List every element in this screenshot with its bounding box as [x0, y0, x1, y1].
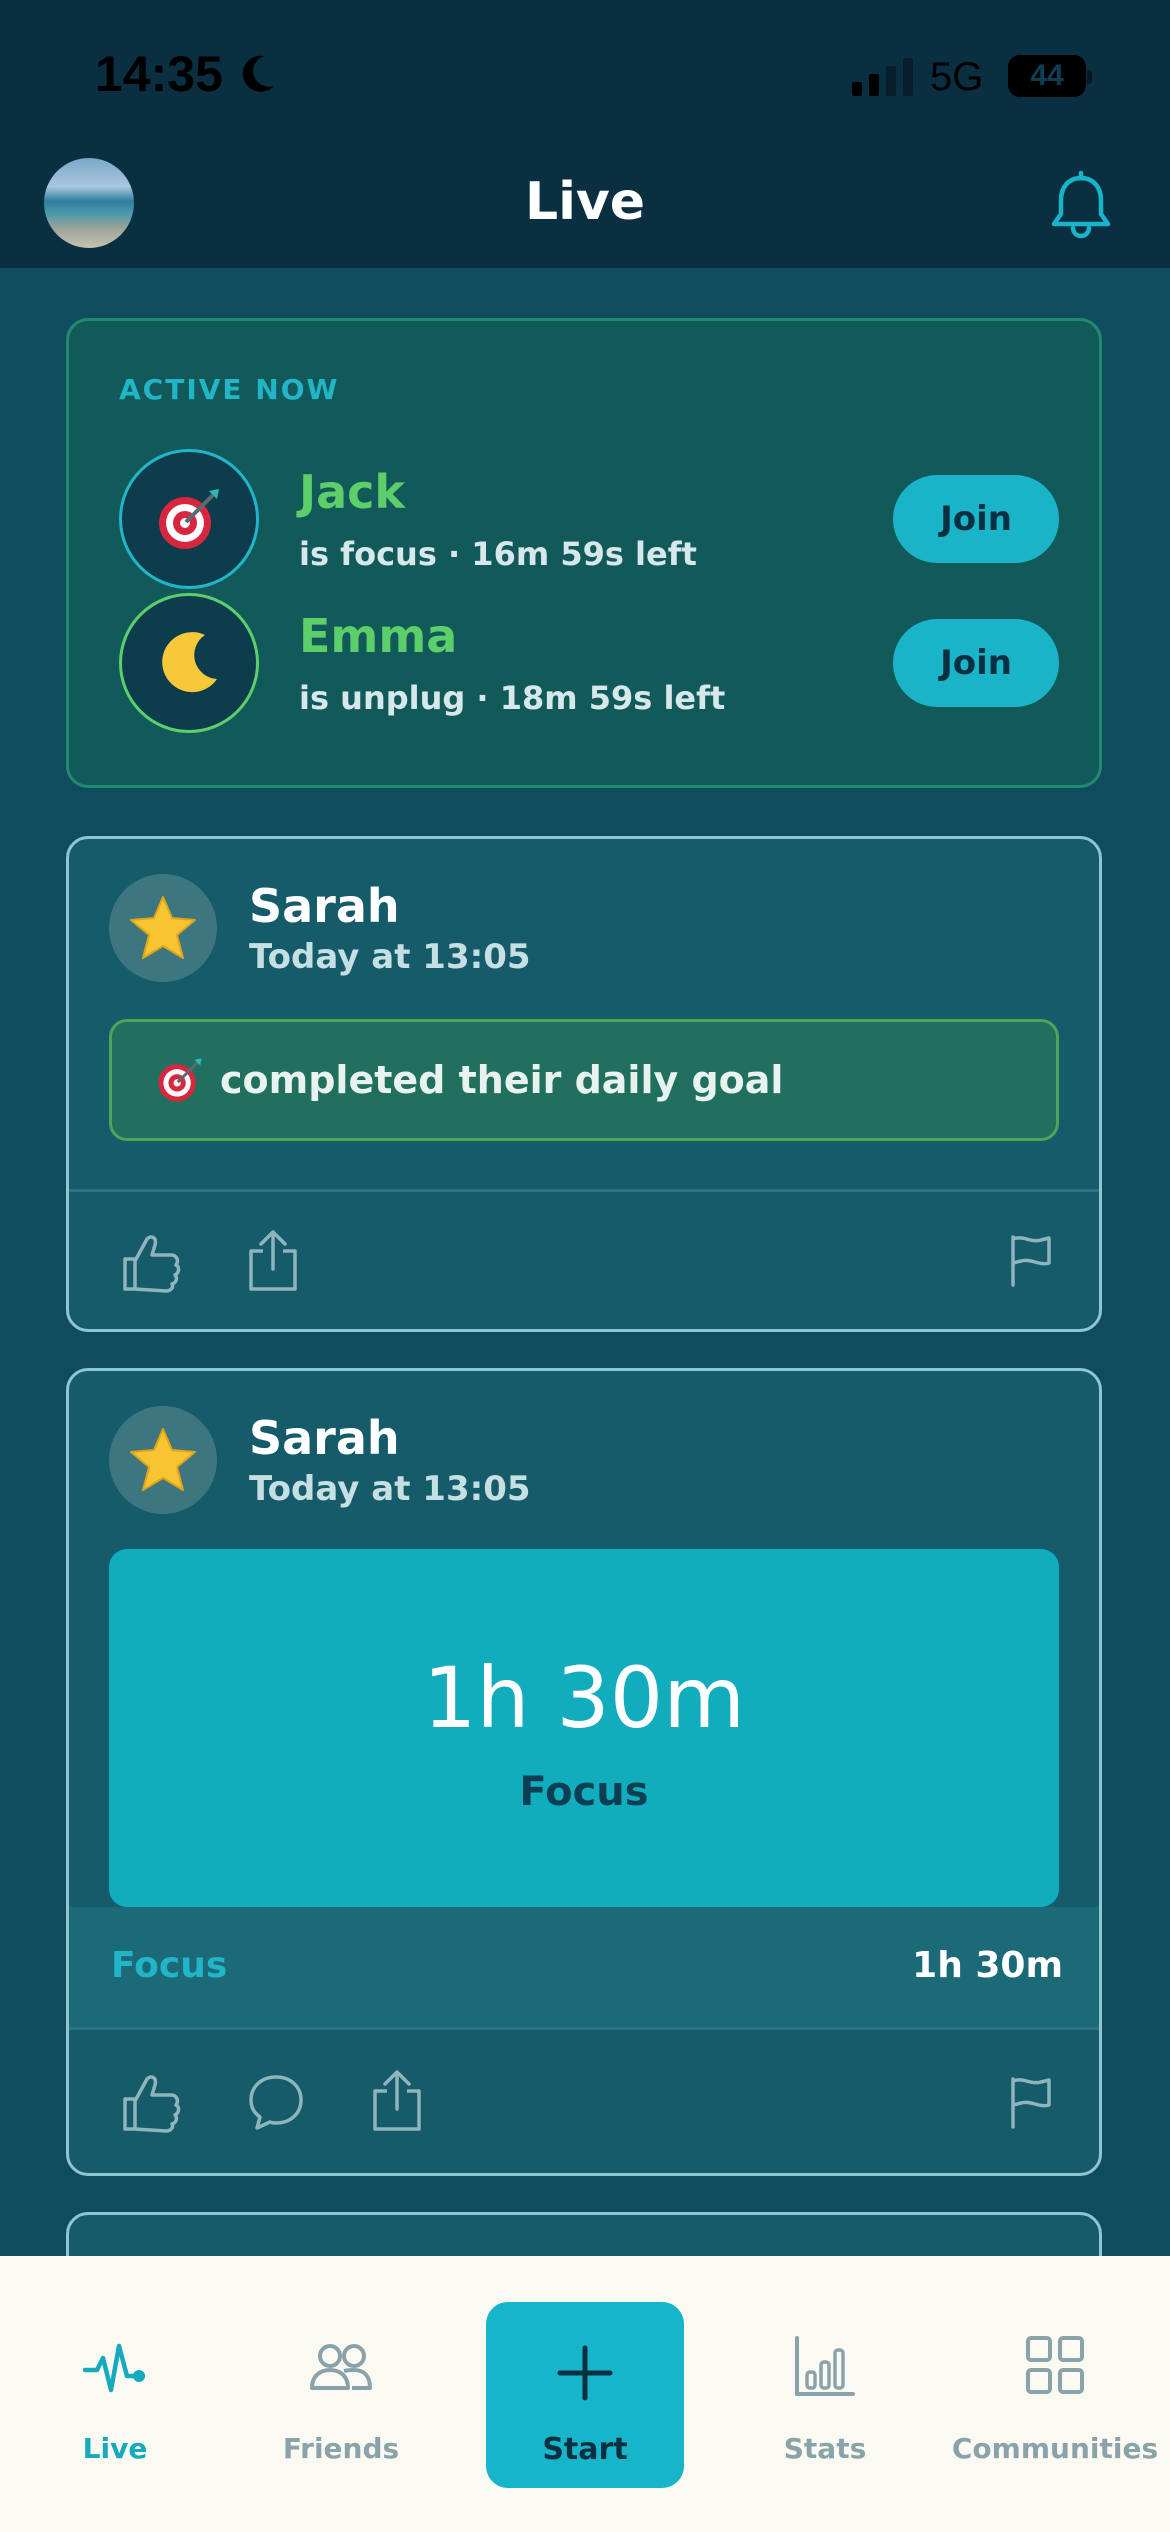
- status-time: 14:35: [95, 46, 223, 102]
- session-duration: 1h 30m: [422, 1649, 746, 1747]
- person-name: Jack: [299, 465, 406, 519]
- star-icon: [130, 1428, 196, 1491]
- person-avatar: [119, 593, 259, 733]
- battery-indicator: 44: [1008, 55, 1092, 97]
- plus-icon: [557, 2345, 613, 2401]
- tab-label: Stats: [783, 2432, 867, 2465]
- join-button[interactable]: Join: [893, 475, 1059, 563]
- app-header: Live: [0, 150, 1170, 268]
- session-type: Focus: [519, 1769, 649, 1815]
- person-avatar: [119, 449, 259, 589]
- person-status: is focus · 16m 59s left: [299, 535, 697, 573]
- tab-label: Communities: [951, 2432, 1159, 2465]
- goal-completed-banner: completed their daily goal: [109, 1019, 1059, 1141]
- network-type: 5G: [930, 55, 984, 99]
- active-now-label: ACTIVE NOW: [119, 373, 340, 406]
- active-person-emma: Emma is unplug · 18m 59s left Join: [119, 593, 1059, 738]
- tab-start[interactable]: Start: [486, 2302, 684, 2488]
- cellular-signal-icon: [852, 58, 913, 96]
- tab-communities[interactable]: Communities: [940, 2256, 1170, 2532]
- active-person-jack: Jack is focus · 16m 59s left Join: [119, 449, 1059, 594]
- feed-post-session: Sarah Today at 13:05 1h 30m Focus Focus …: [66, 1368, 1102, 2176]
- person-status: is unplug · 18m 59s left: [299, 679, 726, 717]
- join-button[interactable]: Join: [893, 619, 1059, 707]
- grid-icon: [1026, 2336, 1084, 2394]
- post-avatar: [109, 874, 217, 982]
- friends-icon: [310, 2344, 372, 2390]
- flag-icon[interactable]: [1007, 1233, 1055, 1287]
- person-name: Emma: [299, 609, 458, 663]
- share-icon[interactable]: [369, 2067, 425, 2133]
- session-breakdown-row: Focus 1h 30m: [69, 1907, 1099, 2027]
- share-icon[interactable]: [245, 1227, 301, 1293]
- breakdown-label: Focus: [111, 1945, 228, 1986]
- post-timestamp: Today at 13:05: [249, 937, 531, 977]
- dart-target-icon: [158, 1058, 202, 1102]
- comment-icon[interactable]: [245, 2071, 307, 2133]
- feed-post-goal: Sarah Today at 13:05 completed their dai…: [66, 836, 1102, 1332]
- bottom-tab-bar: Live Friends Start Stats Communities: [0, 2256, 1170, 2532]
- session-summary-tile[interactable]: 1h 30m Focus: [109, 1549, 1059, 1907]
- tab-stats[interactable]: Stats: [710, 2256, 940, 2532]
- bar-chart-icon: [795, 2336, 855, 2396]
- page-title: Live: [524, 172, 646, 232]
- tab-label: Live: [82, 2432, 148, 2465]
- pulse-icon: [83, 2343, 145, 2393]
- flag-icon[interactable]: [1007, 2075, 1055, 2129]
- tab-label: Start: [542, 2432, 628, 2467]
- post-divider: [69, 1189, 1099, 1192]
- post-author: Sarah: [249, 879, 400, 933]
- goal-message: completed their daily goal: [220, 1058, 784, 1102]
- tab-live[interactable]: Live: [0, 2256, 230, 2532]
- thumbs-up-icon[interactable]: [117, 2069, 183, 2135]
- status-bar: 14:35 5G 44: [0, 0, 1170, 150]
- tab-friends[interactable]: Friends: [226, 2256, 456, 2532]
- active-now-card: ACTIVE NOW Jack is focus · 16m 59s left …: [66, 318, 1102, 788]
- star-icon: [130, 896, 196, 959]
- post-divider: [69, 2027, 1099, 2030]
- notifications-bell-icon[interactable]: [1048, 170, 1114, 240]
- do-not-disturb-moon-icon: [242, 55, 274, 92]
- dart-target-icon: [159, 489, 219, 549]
- breakdown-value: 1h 30m: [912, 1945, 1063, 1986]
- post-timestamp: Today at 13:05: [249, 1469, 531, 1509]
- thumbs-up-icon[interactable]: [117, 1229, 183, 1295]
- tab-label: Friends: [282, 2432, 400, 2465]
- post-author: Sarah: [249, 1411, 400, 1465]
- post-avatar: [109, 1406, 217, 1514]
- crescent-moon-icon: [162, 632, 217, 693]
